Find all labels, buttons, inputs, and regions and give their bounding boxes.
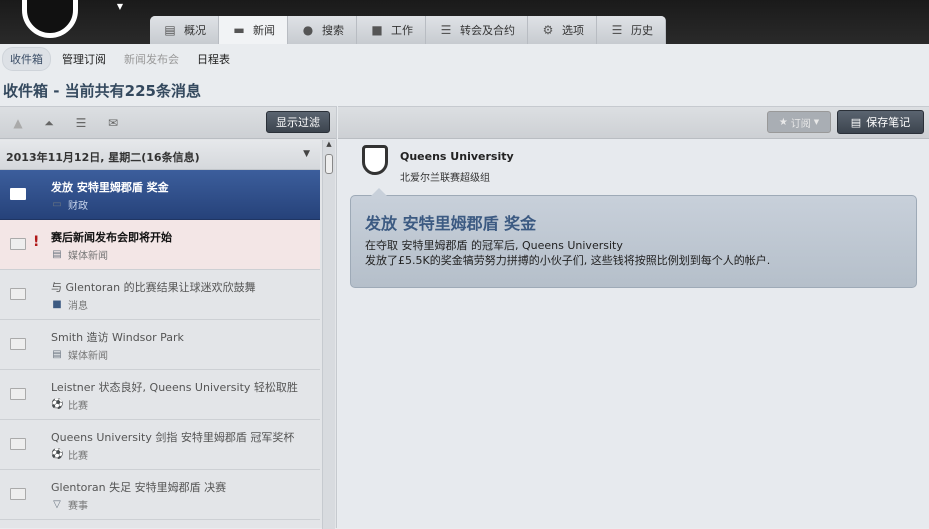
message-title: 与 Glentoran 的比赛结果让球迷欢欣鼓舞 <box>51 281 256 294</box>
club-shield-icon[interactable] <box>362 145 388 175</box>
envelope-open-icon <box>10 488 26 500</box>
message-category: 媒体新闻 <box>68 251 108 262</box>
list-item[interactable]: ! 赛后新闻发布会即将开始 ▤ 媒体新闻 <box>0 220 320 270</box>
note-add-icon: ▤ <box>850 115 862 129</box>
message-list: 发放 安特里姆郡盾 奖金 ▭ 财政 ! 赛后新闻发布会即将开始 ▤ 媒体新闻 与 Glen… <box>0 170 320 520</box>
tab-label: 工作 <box>391 24 413 37</box>
list-item[interactable]: 发放 安特里姆郡盾 奖金 ▭ 财政 <box>0 170 320 220</box>
top-bar: ▼ ▤ 概况 ▬ 新闻 ● 搜索 ■ 工作 ☰ 转会及合约 ⚙ 选项 ☰ 历史 <box>0 0 929 44</box>
gear-icon: ⚙ <box>542 23 554 37</box>
newspaper-icon: ▤ <box>52 249 62 260</box>
tab-history[interactable]: ☰ 历史 <box>597 16 666 44</box>
message-title: Queens University 剑指 安特里姆郡盾 冠军奖杯 <box>51 431 295 444</box>
tab-label: 选项 <box>562 24 584 37</box>
save-note-button[interactable]: ▤ 保存笔记 <box>837 110 924 134</box>
club-crest-logo[interactable] <box>22 0 78 38</box>
tab-search[interactable]: ● 搜索 <box>288 16 357 44</box>
league-name[interactable]: 北爱尔兰联赛超级组 <box>400 169 490 184</box>
subnav-schedule[interactable]: 日程表 <box>190 48 237 70</box>
mail-icon[interactable]: ✉ <box>105 116 121 130</box>
date-group-header[interactable]: 2013年11月12日, 星期二(16条信息) ▼ <box>0 140 320 170</box>
show-filter-button[interactable]: 显示过滤 <box>266 111 330 133</box>
message-category: 财政 <box>68 201 88 212</box>
profile-icon: ▤ <box>164 23 176 37</box>
envelope-open-icon <box>10 288 26 300</box>
message-card: 发放 安特里姆郡盾 奖金 在夺取 安特里姆郡盾 的冠军后, Queens Uni… <box>350 188 917 288</box>
tab-options[interactable]: ⚙ 选项 <box>528 16 597 44</box>
subnav-press-conference[interactable]: 新闻发布会 <box>117 48 186 70</box>
speech-bubble-icon: ■ <box>52 299 62 310</box>
tab-label: 历史 <box>631 24 653 37</box>
main-tabs: ▤ 概况 ▬ 新闻 ● 搜索 ■ 工作 ☰ 转会及合约 ⚙ 选项 ☰ 历史 <box>150 16 666 44</box>
list-item[interactable]: Glentoran 失足 安特里姆郡盾 决赛 ▽ 赛事 <box>0 470 320 520</box>
message-title: Glentoran 失足 安特里姆郡盾 决赛 <box>51 481 227 494</box>
message-title: 赛后新闻发布会即将开始 <box>51 231 172 244</box>
message-list-panel: ▲ ⏶ ☰ ✉ 显示过滤 2013年11月12日, 星期二(16条信息) ▼ 发放… <box>0 106 337 529</box>
tab-news[interactable]: ▬ 新闻 <box>219 16 288 44</box>
arrow-up-icon[interactable]: ▲ <box>10 116 26 130</box>
subnav-inbox[interactable]: 收件箱 <box>2 47 51 71</box>
scroll-icon: ☰ <box>611 23 623 37</box>
tab-label: 搜索 <box>322 24 344 37</box>
list-item[interactable]: Leistner 状态良好, Queens University 轻松取胜 ⚽ 比赛 <box>0 370 320 420</box>
date-label: 2013年11月12日, 星期二(16条信息) <box>6 151 200 164</box>
envelope-open-icon <box>10 438 26 450</box>
list-item[interactable]: Smith 造访 Windsor Park ▤ 媒体新闻 <box>0 320 320 370</box>
scrollbar-thumb[interactable] <box>325 154 333 174</box>
shield-icon: ▽ <box>53 499 61 510</box>
document-icon: ☰ <box>440 23 452 37</box>
inbox-tray-icon: ▬ <box>233 23 245 37</box>
finance-icon: ▭ <box>52 199 62 210</box>
list-toolbar: ▲ ⏶ ☰ ✉ 显示过滤 <box>0 107 336 139</box>
message-category: 比赛 <box>68 451 88 462</box>
message-heading: 发放 安特里姆郡盾 奖金 <box>365 214 537 233</box>
body-line: 发放了£5.5K的奖金犒劳努力拼搏的小伙子们, 这些钱将按照比例划到每个人的帐户… <box>365 254 771 267</box>
tab-label: 概况 <box>184 24 206 37</box>
envelope-open-icon <box>10 238 26 250</box>
triangle-down-icon[interactable]: ▼ <box>303 149 310 159</box>
save-note-label: 保存笔记 <box>866 116 911 129</box>
message-category: 媒体新闻 <box>68 351 108 362</box>
tab-jobs[interactable]: ■ 工作 <box>357 16 426 44</box>
tab-label: 新闻 <box>253 24 275 37</box>
envelope-open-icon <box>10 338 26 350</box>
select-all-icon[interactable]: ☰ <box>73 116 89 130</box>
briefcase-icon: ■ <box>371 23 383 37</box>
subnav-manage-subscriptions[interactable]: 管理订阅 <box>55 48 113 70</box>
message-category: 赛事 <box>68 501 88 512</box>
list-item[interactable]: Queens University 剑指 安特里姆郡盾 冠军奖杯 ⚽ 比赛 <box>0 420 320 470</box>
subscribe-label: 订阅 <box>790 118 811 130</box>
message-title: Smith 造访 Windsor Park <box>51 331 184 344</box>
message-category: 比赛 <box>68 401 88 412</box>
list-item[interactable]: 与 Glentoran 的比赛结果让球迷欢欣鼓舞 ■ 消息 <box>0 270 320 320</box>
message-detail-panel: ★ 订阅 ▼ ▤ 保存笔记 Queens University 北爱尔兰联赛超级组 发… <box>338 106 929 528</box>
chevron-down-icon: ▼ <box>813 118 820 126</box>
page-title: 收件箱 - 当前共有225条消息 <box>3 82 201 100</box>
tab-overview[interactable]: ▤ 概况 <box>150 16 219 44</box>
club-name[interactable]: Queens University <box>400 150 514 163</box>
star-icon: ★ <box>778 116 788 128</box>
newspaper-icon: ▤ <box>52 349 62 360</box>
envelope-open-icon <box>10 388 26 400</box>
football-icon: ⚽ <box>51 399 64 410</box>
chevron-down-icon[interactable]: ▼ <box>113 2 127 16</box>
body-line: 在夺取 安特里姆郡盾 的冠军后, Queens University <box>365 239 623 252</box>
message-body: 在夺取 安特里姆郡盾 的冠军后, Queens University 发放了£5.… <box>365 238 770 268</box>
list-scrollbar[interactable]: ▲ <box>322 140 335 529</box>
tab-transfers[interactable]: ☰ 转会及合约 <box>426 16 528 44</box>
subscribe-dropdown[interactable]: ★ 订阅 ▼ <box>767 111 831 133</box>
double-arrow-up-icon[interactable]: ⏶ <box>41 116 57 130</box>
tab-label: 转会及合约 <box>460 24 515 37</box>
message-title: 发放 安特里姆郡盾 奖金 <box>51 181 169 194</box>
football-icon: ⚽ <box>51 449 64 460</box>
message-title: Leistner 状态良好, Queens University 轻松取胜 <box>51 381 298 394</box>
scout-icon: ● <box>302 23 314 37</box>
detail-toolbar: ★ 订阅 ▼ ▤ 保存笔记 <box>338 107 929 139</box>
sub-navigation: 收件箱 管理订阅 新闻发布会 日程表 <box>0 47 237 71</box>
urgent-icon: ! <box>33 234 40 250</box>
envelope-open-icon <box>10 188 26 200</box>
scroll-up-icon[interactable]: ▲ <box>323 140 335 152</box>
message-category: 消息 <box>68 301 88 312</box>
